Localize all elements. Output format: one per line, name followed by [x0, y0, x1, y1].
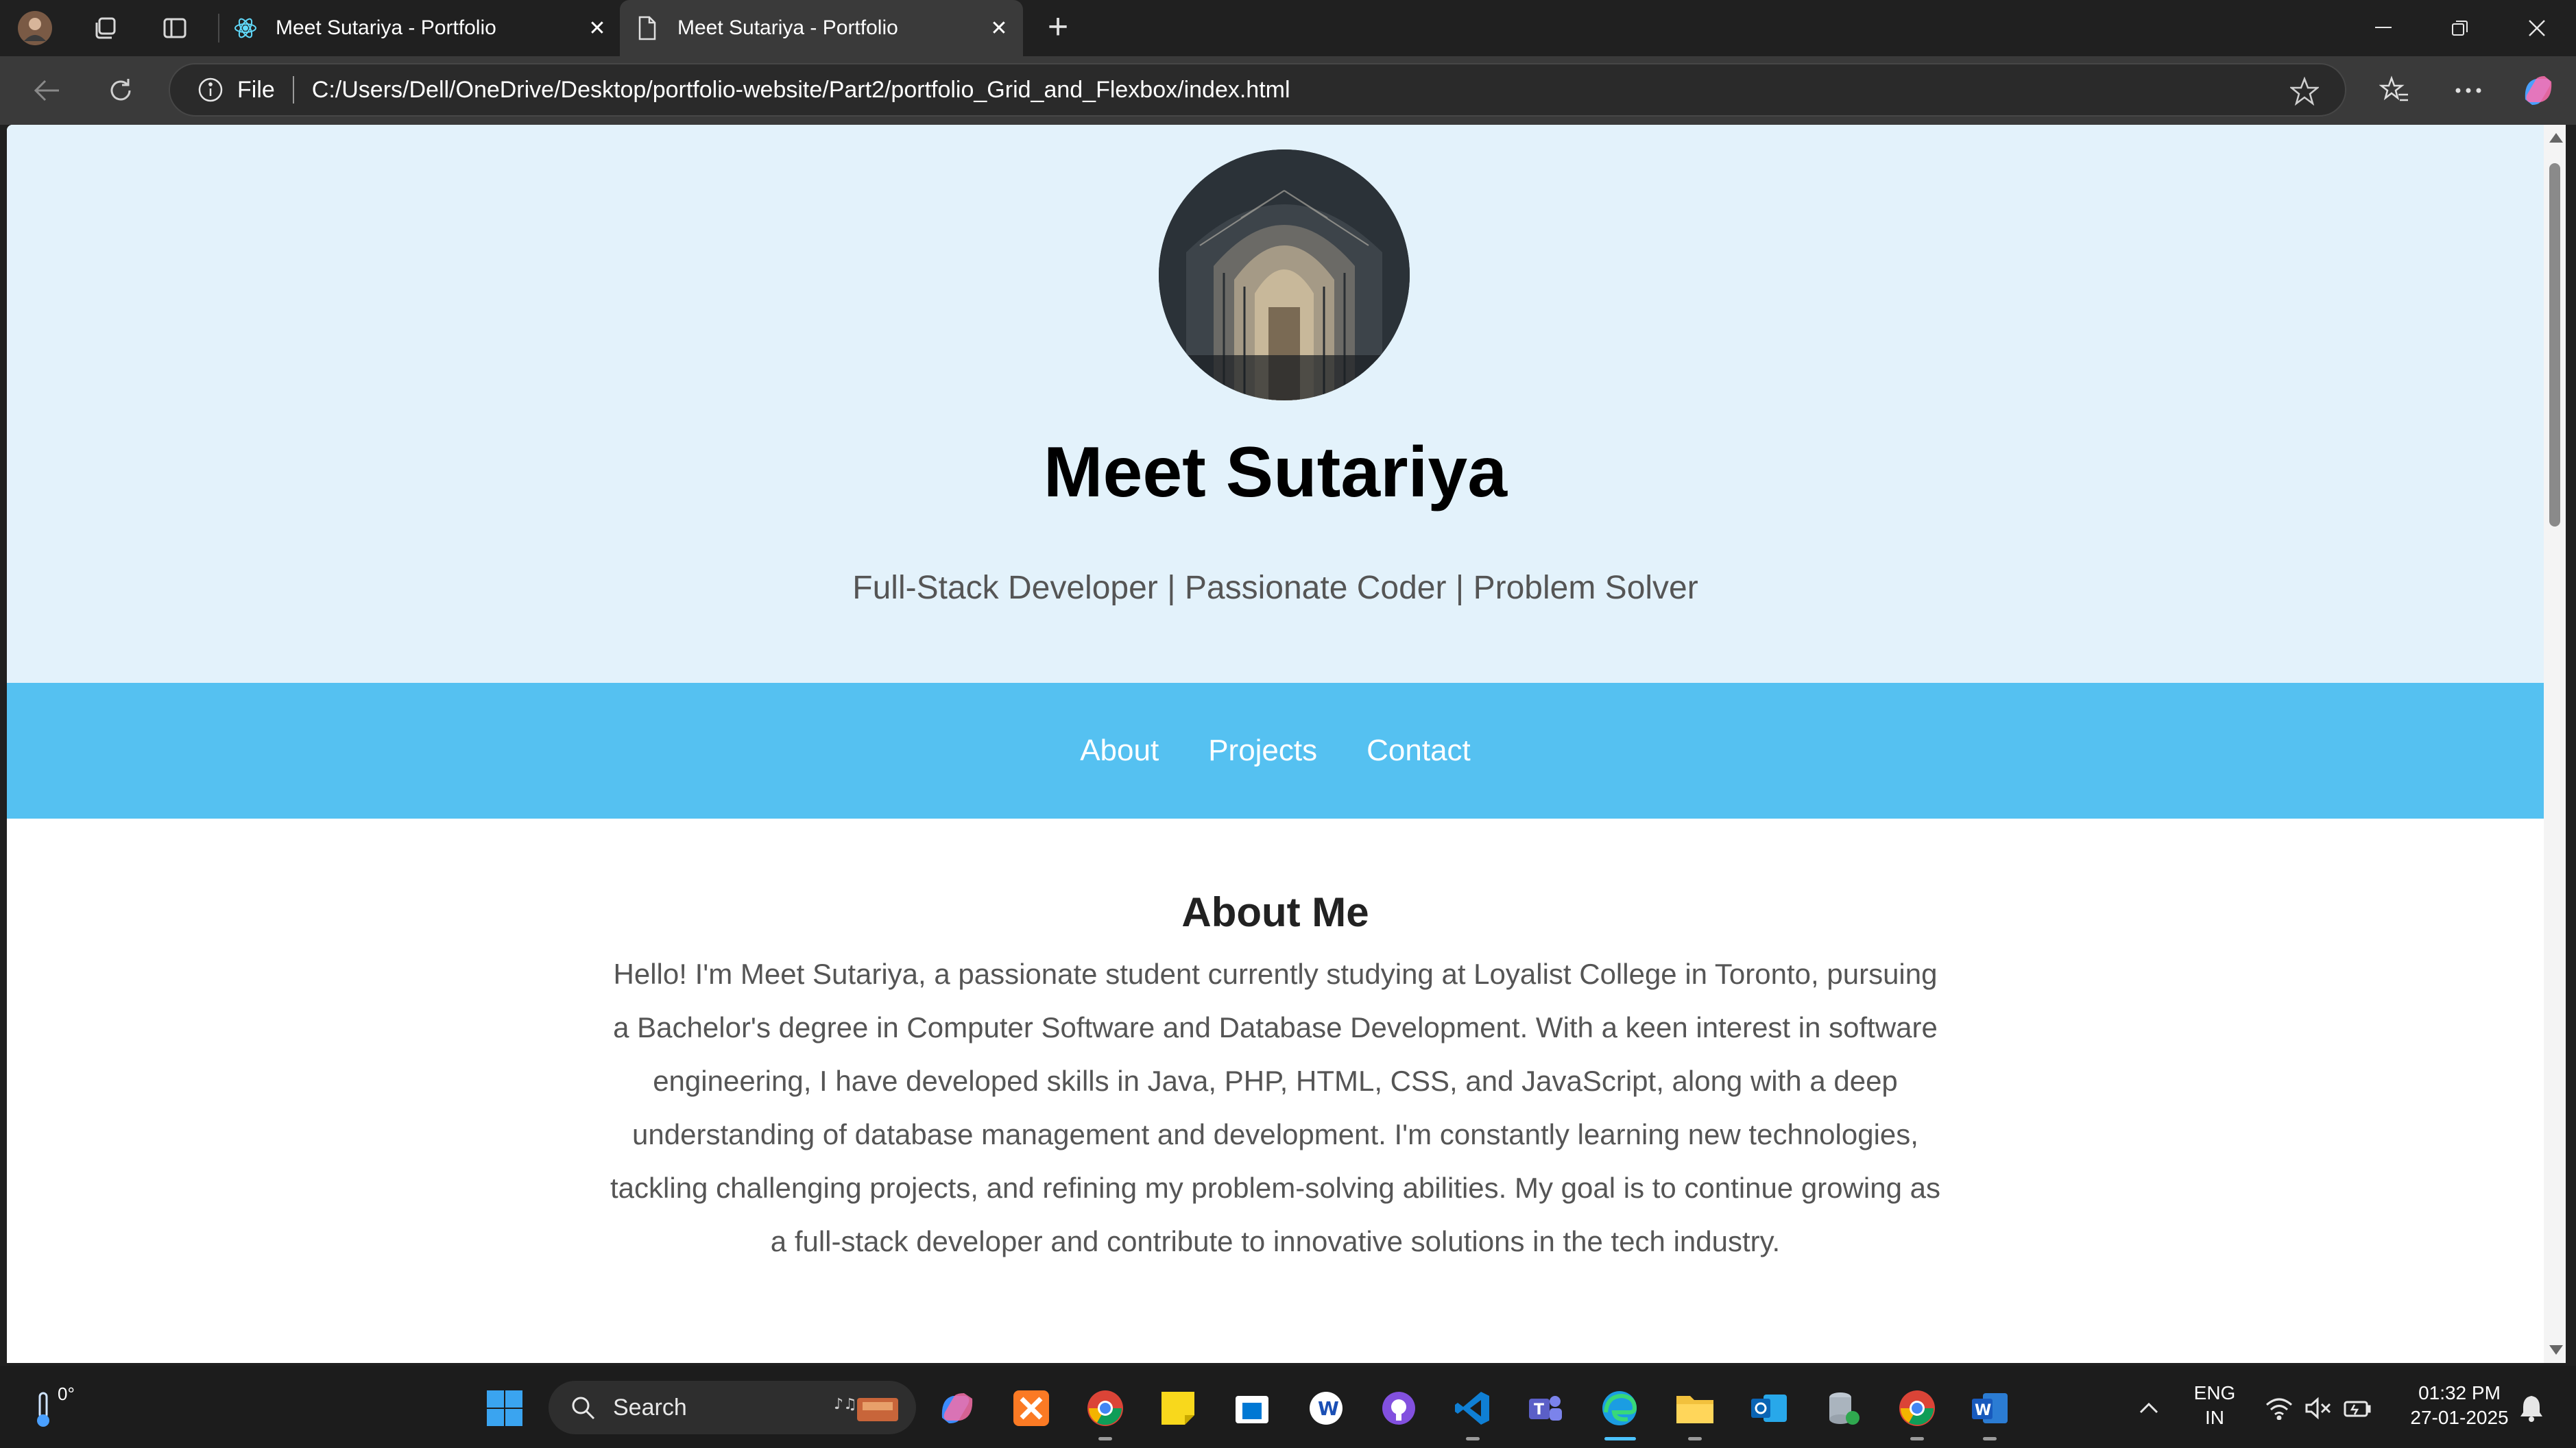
restore-icon[interactable]: [2440, 10, 2481, 47]
storage-app-icon[interactable]: [1821, 1386, 1865, 1430]
vertical-tabs-icon[interactable]: [156, 10, 193, 47]
sticky-notes-icon[interactable]: [1156, 1386, 1200, 1430]
clock-date: 27-01-2025: [2410, 1407, 2509, 1428]
profile-photo: [1159, 149, 1410, 400]
scroll-up-arrow-icon[interactable]: [2549, 133, 2563, 143]
close-tab-icon[interactable]: ✕: [982, 11, 1016, 45]
browser-title-bar: Meet Sutariya - Portfolio ✕ Meet Sutariy…: [0, 0, 2576, 56]
svg-text:W: W: [1975, 1402, 1991, 1419]
store-icon[interactable]: [1230, 1386, 1274, 1430]
running-indicator: [1983, 1437, 1997, 1440]
refresh-icon[interactable]: [101, 71, 140, 110]
favorite-star-icon[interactable]: [2289, 76, 2320, 106]
running-indicator: [1688, 1437, 1702, 1440]
profile-avatar-icon[interactable]: [16, 10, 53, 47]
copilot-app-icon[interactable]: [935, 1386, 979, 1430]
close-tab-icon[interactable]: ✕: [580, 11, 614, 45]
clock-time: 01:32 PM: [2418, 1382, 2501, 1403]
language-region: IN: [2205, 1407, 2224, 1428]
url-text[interactable]: C:/Users/Dell/OneDrive/Desktop/portfolio…: [312, 77, 1290, 104]
svg-text:♪♫: ♪♫: [834, 1396, 857, 1413]
notification-bell-icon[interactable]: [2509, 1386, 2553, 1430]
svg-text:W: W: [1318, 1397, 1339, 1420]
about-heading: About Me: [1181, 889, 1369, 935]
nav-link-contact[interactable]: Contact: [1367, 734, 1471, 768]
clock[interactable]: 01:32 PM 27-01-2025: [2396, 1381, 2523, 1430]
weather-temp: 0°: [58, 1384, 75, 1404]
vscode-icon[interactable]: [1451, 1386, 1495, 1430]
battery-icon[interactable]: [2335, 1386, 2379, 1430]
volume-muted-icon[interactable]: [2297, 1386, 2341, 1430]
nav-link-projects[interactable]: Projects: [1208, 734, 1317, 768]
language-code: ENG: [2193, 1382, 2236, 1403]
wifi-icon[interactable]: [2257, 1386, 2301, 1430]
minimize-icon[interactable]: [2363, 10, 2404, 47]
language-indicator[interactable]: ENG IN: [2187, 1381, 2242, 1430]
teams-icon[interactable]: T: [1524, 1386, 1567, 1430]
hero-header: Meet Sutariya Full-Stack Developer | Pas…: [7, 125, 2544, 683]
copilot-icon[interactable]: [2519, 71, 2557, 110]
chrome-icon[interactable]: [1083, 1386, 1127, 1430]
edge-icon[interactable]: [1598, 1386, 1641, 1430]
back-arrow-icon[interactable]: [27, 71, 66, 110]
nav-link-about[interactable]: About: [1080, 734, 1159, 768]
show-hidden-icons-chevron-icon[interactable]: [2127, 1386, 2171, 1430]
tab-portfolio-inactive[interactable]: Meet Sutariya - Portfolio ✕: [218, 0, 621, 56]
windows-taskbar: 0° Search ♪♫ W T W ENG IN 01:32 PM 27-01…: [0, 1366, 2576, 1448]
tab-portfolio-active[interactable]: Meet Sutariya - Portfolio ✕: [620, 0, 1023, 56]
tab-title: Meet Sutariya - Portfolio: [276, 16, 496, 39]
active-app-indicator: [1604, 1437, 1636, 1440]
github-icon[interactable]: [1377, 1386, 1421, 1430]
vertical-scrollbar[interactable]: [2544, 125, 2566, 1363]
scroll-thumb[interactable]: [2549, 163, 2560, 527]
word-icon[interactable]: W: [1968, 1386, 2012, 1430]
page-title: Meet Sutariya: [1043, 433, 1508, 512]
favorites-icon[interactable]: [2375, 71, 2414, 110]
close-window-icon[interactable]: [2516, 10, 2557, 47]
outlook-icon[interactable]: [1747, 1386, 1791, 1430]
about-text: Hello! I'm Meet Sutariya, a passionate s…: [610, 958, 1940, 1257]
page-viewport: Meet Sutariya Full-Stack Developer | Pas…: [7, 125, 2544, 1363]
react-favicon-icon: [233, 16, 258, 40]
start-windows-icon[interactable]: [483, 1386, 527, 1430]
more-options-icon[interactable]: [2449, 71, 2488, 110]
file-scheme-label: File: [237, 76, 275, 103]
search-highlight-icon: ♪♫: [834, 1396, 898, 1421]
url-divider: [292, 76, 294, 104]
browser-toolbar: File C:/Users/Dell/OneDrive/Desktop/port…: [0, 56, 2576, 125]
scroll-down-arrow-icon[interactable]: [2549, 1345, 2563, 1355]
running-indicator: [1910, 1437, 1924, 1440]
taskbar-search[interactable]: Search ♪♫: [549, 1381, 916, 1434]
tab-title: Meet Sutariya - Portfolio: [677, 16, 898, 39]
wps-icon[interactable]: W: [1304, 1386, 1348, 1430]
running-indicator: [1098, 1437, 1112, 1440]
address-bar[interactable]: File C:/Users/Dell/OneDrive/Desktop/port…: [169, 63, 2346, 117]
chrome-profile-icon[interactable]: [1895, 1386, 1939, 1430]
file-explorer-icon[interactable]: [1673, 1386, 1717, 1430]
xampp-icon[interactable]: [1009, 1386, 1053, 1430]
search-placeholder: Search: [613, 1394, 687, 1421]
search-icon: [568, 1392, 598, 1423]
page-favicon-icon: [635, 16, 660, 40]
running-indicator: [1466, 1437, 1480, 1440]
tagline: Full-Stack Developer | Passionate Coder …: [852, 570, 1698, 606]
new-tab-button[interactable]: +: [1039, 9, 1076, 47]
workspaces-icon[interactable]: [86, 10, 123, 47]
weather-widget[interactable]: 0°: [30, 1381, 85, 1436]
info-icon[interactable]: [196, 75, 225, 104]
main-navigation: About Projects Contact: [7, 683, 2544, 819]
svg-text:T: T: [1534, 1401, 1544, 1419]
